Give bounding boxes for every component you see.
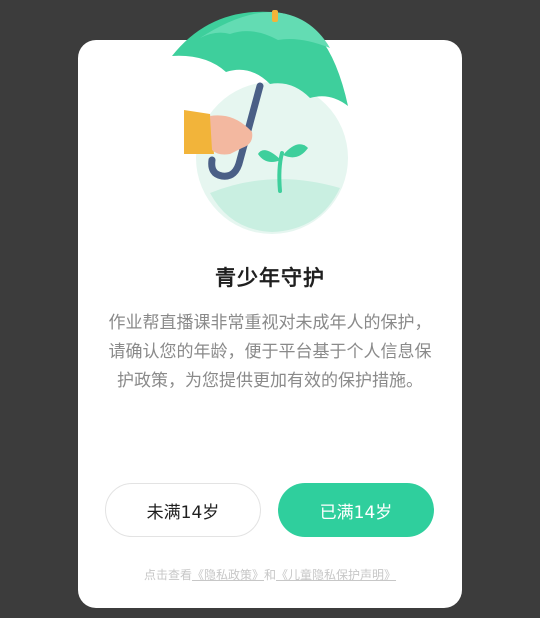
child-privacy-statement-link[interactable]: 《儿童隐私保护声明》	[276, 568, 396, 582]
policy-links-prefix: 点击查看	[143, 568, 192, 582]
dialog-title: 青少年守护	[215, 266, 325, 290]
under-14-button[interactable]: 未满14岁	[105, 483, 261, 537]
over-14-button[interactable]: 已满14岁	[278, 483, 434, 537]
dialog-description: 作业帮直播课非常重视对未成年人的保护，请确认您的年龄，便于平台基于个人信息保护政…	[108, 313, 432, 391]
screen: 青少年守护 作业帮直播课非常重视对未成年人的保护，请确认您的年龄，便于平台基于个…	[0, 0, 540, 618]
policy-links: 点击查看《隐私政策》和《儿童隐私保护声明》	[78, 566, 462, 583]
umbrella-protection-icon	[170, 8, 360, 236]
privacy-policy-link[interactable]: 《隐私政策》	[192, 568, 264, 582]
policy-links-connector: 和	[264, 568, 277, 582]
